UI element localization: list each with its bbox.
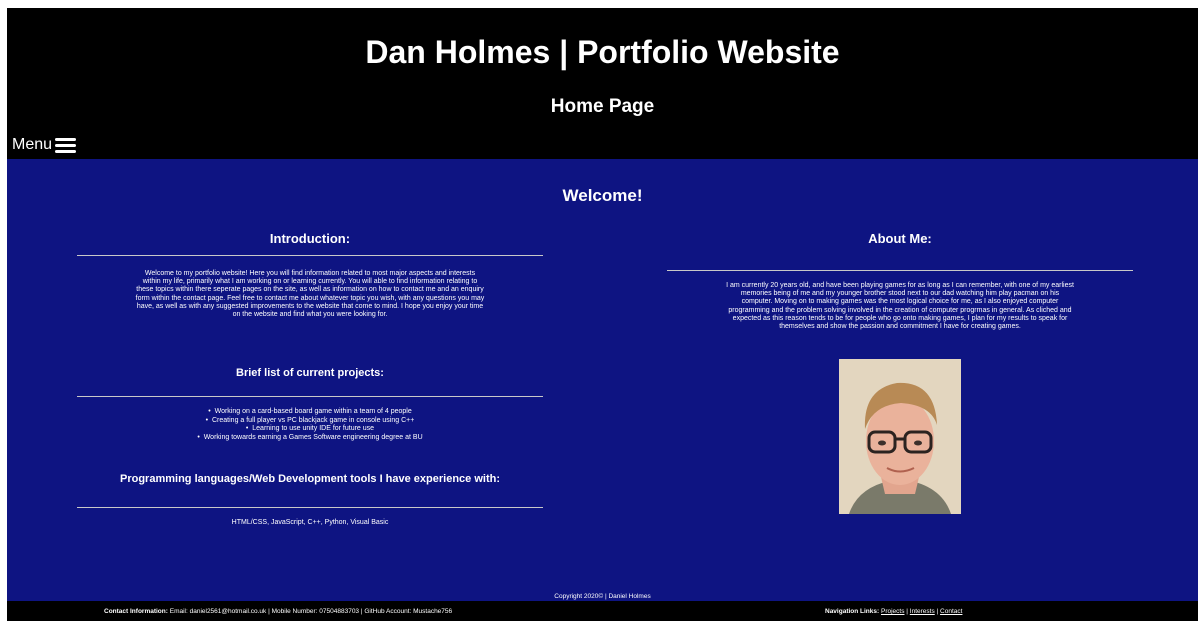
nav-link-interests[interactable]: Interests xyxy=(910,608,935,615)
intro-divider xyxy=(77,255,543,256)
menu-button[interactable]: Menu xyxy=(12,134,77,156)
site-header: Dan Holmes | Portfolio Website Home Page… xyxy=(7,8,1198,159)
list-item: Learning to use unity IDE for future use xyxy=(77,425,543,434)
hamburger-icon[interactable] xyxy=(55,137,77,154)
projects-divider xyxy=(77,396,543,397)
contact-info: Contact Information: Email: daniel2561@h… xyxy=(104,608,452,615)
copyright-text: Copyright 2020© | Daniel Holmes xyxy=(554,593,651,600)
profile-photo xyxy=(839,359,961,514)
list-item: Working on a card-based board game withi… xyxy=(77,408,543,417)
contact-label: Contact Information: xyxy=(104,608,168,615)
site-footer: Contact Information: Email: daniel2561@h… xyxy=(7,601,1198,621)
welcome-heading: Welcome! xyxy=(562,186,643,205)
tools-heading: Programming languages/Web Development to… xyxy=(120,473,500,485)
about-divider xyxy=(667,270,1133,271)
main-content: Welcome! Introduction: Welcome to my por… xyxy=(7,159,1198,601)
projects-list: Working on a card-based board game withi… xyxy=(77,408,543,442)
about-heading: About Me: xyxy=(868,231,932,246)
list-item: Working towards earning a Games Software… xyxy=(77,434,543,443)
tools-divider xyxy=(77,507,543,508)
projects-heading: Brief list of current projects: xyxy=(236,367,384,379)
nav-label: Navigation Links: xyxy=(825,608,880,615)
page: Dan Holmes | Portfolio Website Home Page… xyxy=(7,8,1198,621)
nav-link-projects[interactable]: Projects xyxy=(881,608,904,615)
list-item: Creating a full player vs PC blackjack g… xyxy=(77,417,543,426)
intro-text: Welcome to my portfolio website! Here yo… xyxy=(135,270,485,319)
about-text: I am currently 20 years old, and have be… xyxy=(726,282,1074,331)
tools-text: HTML/CSS, JavaScript, C++, Python, Visua… xyxy=(231,519,389,526)
page-subtitle: Home Page xyxy=(550,96,655,117)
menu-label: Menu xyxy=(12,136,53,153)
site-title: Dan Holmes | Portfolio Website xyxy=(365,34,840,70)
intro-heading: Introduction: xyxy=(269,231,351,246)
footer-nav: Navigation Links: Projects | Interests |… xyxy=(825,608,962,615)
contact-details: Email: daniel2561@hotmail.co.uk | Mobile… xyxy=(167,608,453,615)
nav-link-contact[interactable]: Contact xyxy=(940,608,962,615)
